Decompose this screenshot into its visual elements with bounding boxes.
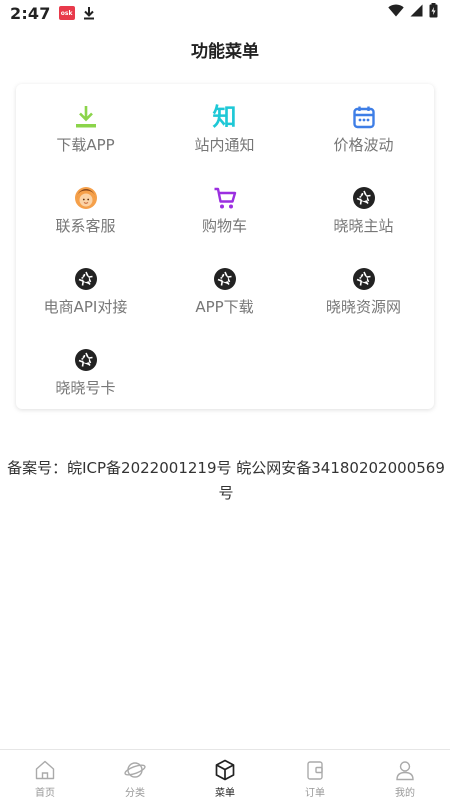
tab-profile[interactable]: 我的 bbox=[360, 750, 450, 799]
function-menu-card: 下载APP 知 站内通知 价格波动 联系客服 购物车 晓晓主站 电商API对接 … bbox=[16, 84, 434, 409]
aperture-icon bbox=[351, 266, 377, 292]
user-icon bbox=[394, 759, 416, 781]
status-time: 2:47 bbox=[10, 3, 51, 23]
signal-icon bbox=[410, 4, 423, 22]
order-icon bbox=[304, 759, 326, 781]
cube-icon bbox=[214, 759, 236, 781]
customer-service-icon bbox=[73, 185, 99, 211]
download-icon bbox=[73, 104, 99, 130]
menu-item-app-download[interactable]: APP下载 bbox=[155, 266, 294, 326]
menu-item-label: 购物车 bbox=[201, 217, 247, 235]
menu-item-xiaoxiao-sim-card[interactable]: 晓晓号卡 bbox=[16, 347, 155, 407]
menu-item-label: 晓晓号卡 bbox=[55, 379, 116, 397]
tab-label: 分类 bbox=[125, 788, 145, 799]
planet-icon bbox=[124, 759, 146, 781]
menu-item-xiaoxiao-main-site[interactable]: 晓晓主站 bbox=[294, 185, 433, 245]
aperture-icon bbox=[73, 266, 99, 292]
menu-item-label: 站内通知 bbox=[194, 136, 255, 154]
menu-item-label: 联系客服 bbox=[55, 217, 116, 235]
wifi-icon bbox=[388, 4, 404, 22]
download-notification-icon bbox=[83, 6, 95, 20]
menu-item-download-app[interactable]: 下载APP bbox=[16, 104, 155, 164]
tab-category[interactable]: 分类 bbox=[90, 750, 180, 799]
aperture-icon bbox=[73, 347, 99, 373]
menu-item-label: 下载APP bbox=[56, 136, 115, 154]
icp-registration-line-2: 号 bbox=[218, 484, 234, 502]
battery-icon bbox=[429, 3, 438, 23]
tab-menu[interactable]: 菜单 bbox=[180, 750, 270, 799]
tab-label: 首页 bbox=[35, 788, 55, 799]
menu-item-label: 晓晓主站 bbox=[333, 217, 394, 235]
menu-item-ecommerce-api[interactable]: 电商API对接 bbox=[16, 266, 155, 326]
tab-label: 订单 bbox=[305, 788, 325, 799]
notification-badge-text: osk bbox=[60, 9, 73, 17]
menu-item-shopping-cart[interactable]: 购物车 bbox=[155, 185, 294, 245]
tab-orders[interactable]: 订单 bbox=[270, 750, 360, 799]
menu-item-label: 价格波动 bbox=[333, 136, 394, 154]
aperture-icon bbox=[212, 266, 238, 292]
menu-item-customer-service[interactable]: 联系客服 bbox=[16, 185, 155, 245]
menu-item-price-fluctuation[interactable]: 价格波动 bbox=[294, 104, 433, 164]
tab-home[interactable]: 首页 bbox=[0, 750, 90, 799]
zhi-glyph: 知 bbox=[212, 103, 237, 131]
aperture-icon bbox=[351, 185, 377, 211]
calendar-icon bbox=[351, 104, 377, 130]
menu-item-label: APP下载 bbox=[195, 298, 254, 316]
icp-registration-text: 备案号：皖ICP备2022001219号 皖公网安备34180202000569… bbox=[6, 456, 446, 506]
menu-item-label: 电商API对接 bbox=[43, 298, 128, 316]
status-bar: 2:47 osk bbox=[0, 0, 450, 26]
page-title: 功能菜单 bbox=[191, 42, 259, 62]
zhi-glyph-icon: 知 bbox=[212, 104, 238, 130]
menu-item-label: 晓晓资源网 bbox=[325, 298, 401, 316]
icp-registration-line-1: 备案号：皖ICP备2022001219号 皖公网安备34180202000569 bbox=[7, 459, 445, 477]
menu-item-xiaoxiao-resources[interactable]: 晓晓资源网 bbox=[294, 266, 433, 326]
tab-label: 我的 bbox=[395, 788, 415, 799]
notification-app-icon: osk bbox=[58, 6, 75, 20]
bottom-tab-bar: 首页 分类 菜单 订单 我的 bbox=[0, 749, 450, 799]
home-icon bbox=[34, 759, 56, 781]
tab-label: 菜单 bbox=[215, 788, 235, 799]
menu-item-site-notifications[interactable]: 知 站内通知 bbox=[155, 104, 294, 164]
cart-icon bbox=[212, 185, 238, 211]
